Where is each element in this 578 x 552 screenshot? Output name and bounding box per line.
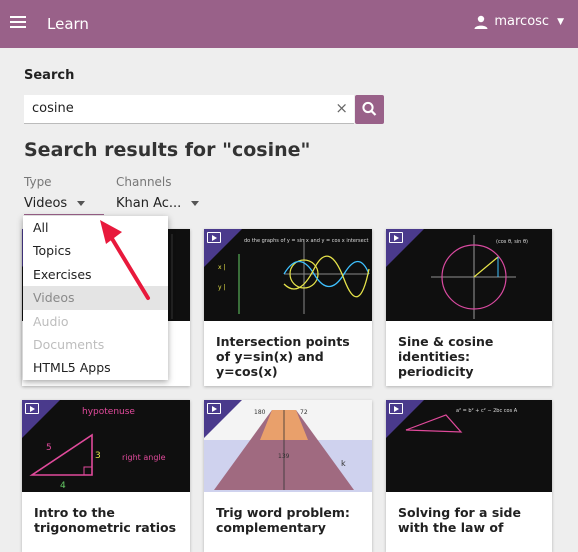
result-card[interactable]: 180 72 139 k Trig word problem: compleme… [204, 400, 372, 552]
svg-text:right angle: right angle [122, 453, 166, 462]
type-filter-value: Videos [24, 196, 68, 211]
svg-text:5: 5 [46, 443, 52, 453]
video-thumbnail: do the graphs of y = sin x and y = cos x… [204, 229, 372, 321]
video-thumbnail: (cos θ, sin θ) [386, 229, 552, 321]
card-title: Trig word problem: complementary [216, 505, 350, 535]
result-card[interactable]: (cos θ, sin θ) Sine & cosine identities:… [386, 229, 552, 386]
clear-icon[interactable]: × [335, 99, 348, 117]
svg-text:k: k [341, 459, 346, 468]
search-field[interactable]: × [24, 95, 354, 124]
dropdown-arrow-icon [77, 201, 86, 206]
video-thumbnail: hypotenuse right angle 5 3 4 [22, 400, 190, 492]
card-title: Intro to the trigonometric ratios [34, 505, 177, 535]
search-label: Search [24, 68, 75, 83]
username: marcosc [494, 14, 550, 29]
search-icon [362, 101, 377, 116]
video-icon [25, 403, 39, 414]
svg-text:139: 139 [278, 453, 290, 460]
channels-filter-value: Khan Ac... [116, 196, 182, 211]
app-bar: Learn marcosc ▼ [0, 0, 578, 48]
dropdown-option-audio: Audio [33, 313, 69, 329]
results-heading: Search results for "cosine" [24, 139, 311, 161]
chevron-down-icon: ▼ [557, 16, 564, 27]
svg-text:4: 4 [60, 481, 66, 491]
dropdown-arrow-icon [191, 201, 200, 206]
svg-text:72: 72 [300, 409, 308, 416]
user-menu[interactable]: marcosc ▼ [474, 14, 564, 29]
card-title: Intersection points of y=sin(x) and y=co… [216, 334, 350, 379]
type-filter-label: Type [24, 175, 52, 189]
person-icon [474, 15, 488, 29]
result-card[interactable]: hypotenuse right angle 5 3 4 Intro to th… [22, 400, 190, 552]
search-button[interactable] [355, 95, 384, 124]
video-icon [207, 403, 221, 414]
result-card[interactable]: do the graphs of y = sin x and y = cos x… [204, 229, 372, 386]
channels-filter-label: Channels [116, 175, 172, 189]
video-icon [207, 232, 221, 243]
video-thumbnail: a² = b² + c² − 2bc cos A [386, 400, 552, 492]
video-thumbnail: 180 72 139 k [204, 400, 372, 492]
app-title: Learn [47, 15, 89, 33]
search-input[interactable] [30, 100, 324, 117]
svg-text:3: 3 [95, 451, 101, 461]
dropdown-option-documents: Documents [33, 336, 105, 352]
svg-text:a² = b² + c² − 2bc cos A: a² = b² + c² − 2bc cos A [456, 408, 518, 414]
dropdown-option-html5-apps[interactable]: HTML5 Apps [23, 356, 168, 379]
svg-text:hypotenuse: hypotenuse [82, 407, 135, 417]
type-filter-select[interactable]: Videos [24, 196, 86, 211]
svg-text:180: 180 [254, 409, 266, 416]
video-icon [389, 403, 403, 414]
svg-text:(cos θ, sin θ): (cos θ, sin θ) [496, 239, 528, 245]
result-card[interactable]: a² = b² + c² − 2bc cos A Solving for a s… [386, 400, 552, 552]
video-icon [389, 232, 403, 243]
svg-text:y |: y | [218, 284, 225, 291]
card-title: Sine & cosine identities: periodicity [398, 334, 494, 379]
menu-icon[interactable] [10, 16, 26, 30]
card-title: Solving for a side with the law of [398, 505, 521, 535]
channels-filter-select[interactable]: Khan Ac... [116, 196, 200, 211]
svg-text:do the graphs of y = sin x and: do the graphs of y = sin x and y = cos x… [244, 238, 368, 244]
annotation-arrow [100, 220, 150, 300]
